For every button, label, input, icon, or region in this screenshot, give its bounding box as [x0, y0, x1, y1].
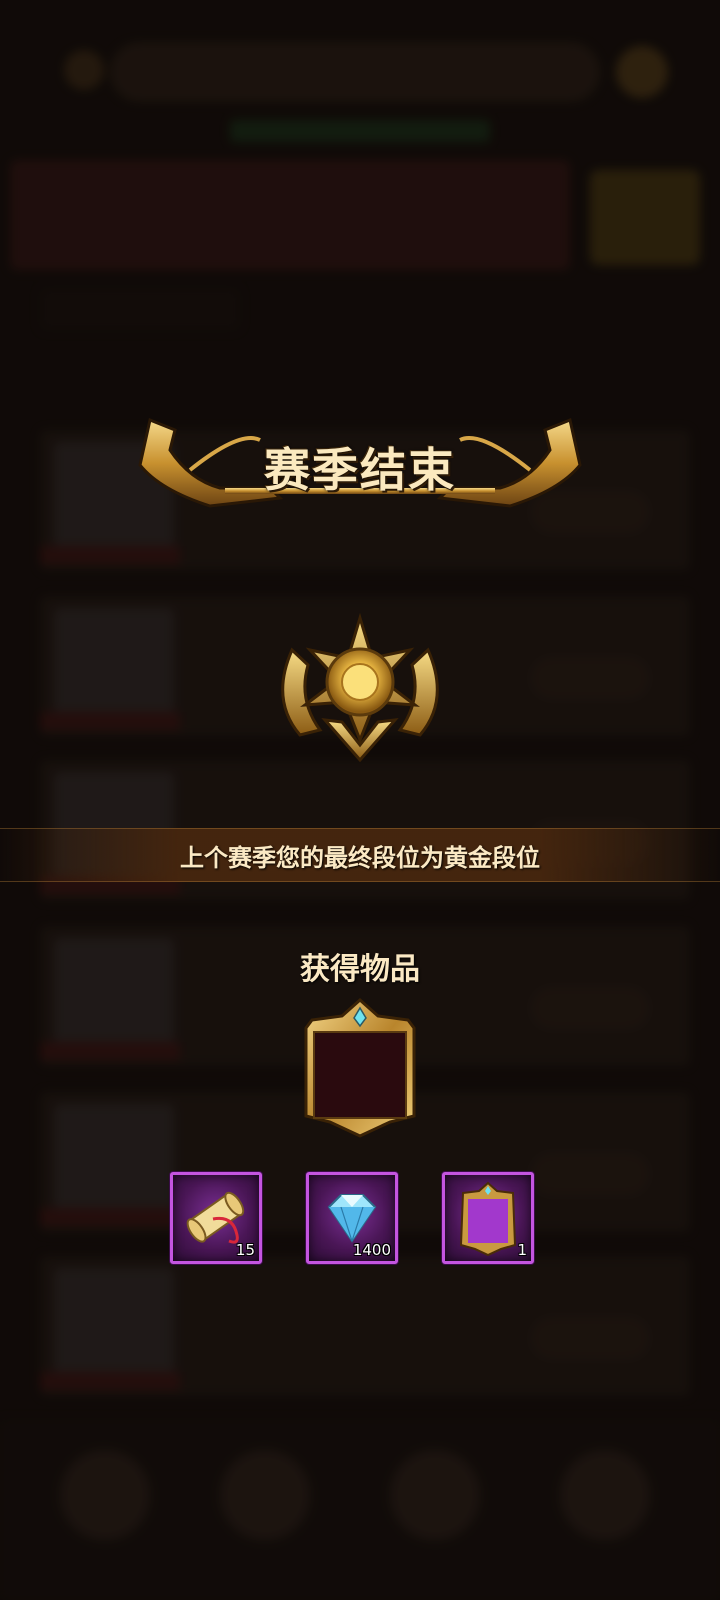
- reward-quantity: 1400: [352, 1241, 391, 1259]
- rank-message: 上个赛季您的最终段位为黄金段位: [180, 844, 540, 872]
- gold-rank-icon: [281, 612, 439, 763]
- reward-quantity: 15: [235, 1241, 255, 1259]
- popup-title: 赛季结束: [264, 443, 456, 497]
- reward-quantity: 1: [517, 1241, 527, 1259]
- reward-item-scroll[interactable]: 15: [170, 1172, 262, 1264]
- avatar-frame-reward-icon[interactable]: [290, 998, 430, 1138]
- items-title: 获得物品: [300, 952, 420, 987]
- reward-item-avatar-frame[interactable]: 1: [442, 1172, 534, 1264]
- modal-overlay[interactable]: [0, 0, 720, 1600]
- reward-item-diamond[interactable]: 1400: [306, 1172, 398, 1264]
